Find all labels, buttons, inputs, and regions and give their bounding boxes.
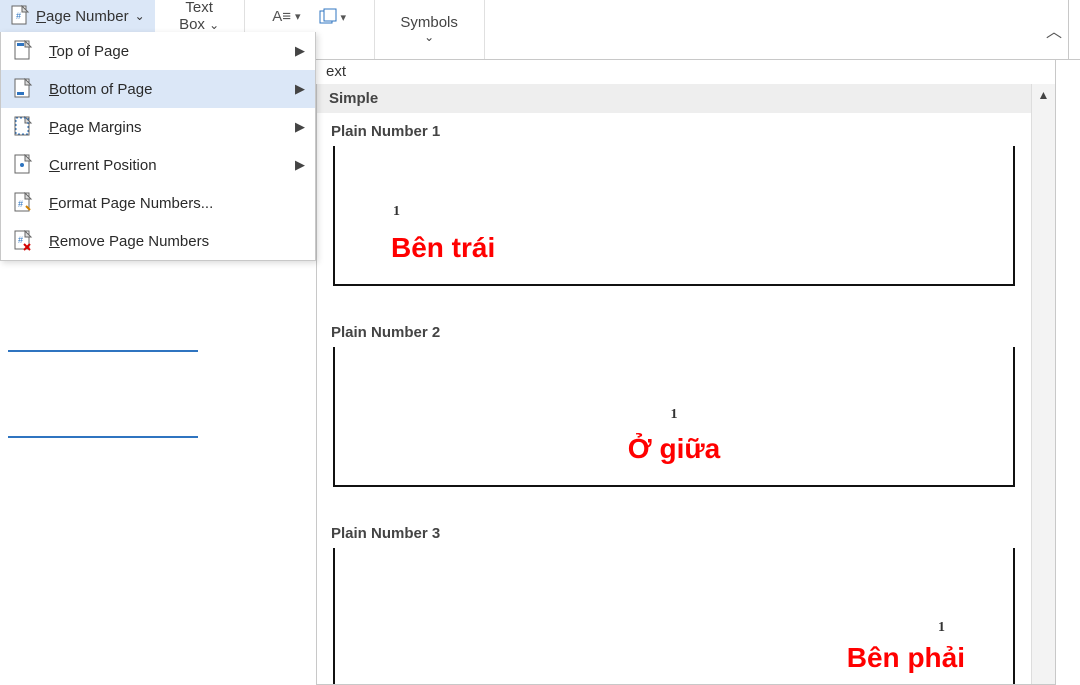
menu-item-page-margins[interactable]: Page Margins ▶: [1, 108, 315, 146]
menu-item-label: Remove Page Numbers: [49, 233, 305, 250]
page-bottom-icon: [13, 78, 33, 100]
page-number-gallery: SimplePlain Number 1 1 Bên trái Plain Numbe…: [316, 84, 1056, 685]
page-number-icon: #: [10, 5, 30, 27]
menu-item-label: Page Margins: [49, 119, 279, 136]
text-box-button[interactable]: Text Box ⌄: [179, 0, 219, 33]
page-number-sample: 1: [938, 620, 945, 636]
chevron-down-icon: ⌄: [135, 9, 145, 23]
gallery-option-center[interactable]: 1 Ở giữa: [333, 347, 1015, 487]
menu-item-label: Bottom of Page: [49, 81, 279, 98]
gallery-option-title: Plain Number 1: [317, 113, 1031, 146]
page-top-icon: [13, 40, 33, 62]
drop-cap-button[interactable]: A≡ ▾: [268, 6, 304, 27]
page-number-button[interactable]: # Page Number ⌄: [0, 0, 155, 32]
submenu-arrow-icon: ▶: [295, 43, 305, 59]
gallery-scrollbar[interactable]: ▲: [1031, 84, 1055, 684]
page-format-icon: #: [13, 192, 33, 214]
menu-item-page-format[interactable]: # Format Page Numbers...: [1, 184, 315, 222]
page-number-sample: 1: [393, 204, 400, 220]
menu-item-page-current[interactable]: Current Position ▶: [1, 146, 315, 184]
menu-item-page-remove[interactable]: # Remove Page Numbers: [1, 222, 315, 260]
annotation-label: Ở giữa: [628, 433, 720, 465]
document-line: [8, 436, 198, 438]
gallery-section-header: Simple: [317, 84, 1031, 113]
submenu-arrow-icon: ▶: [295, 119, 305, 135]
document-line: [8, 350, 198, 352]
object-button[interactable]: ▾: [315, 6, 351, 28]
submenu-arrow-icon: ▶: [295, 81, 305, 97]
page-current-icon: [13, 154, 33, 176]
menu-item-label: Top of Page: [49, 43, 279, 60]
symbols-group[interactable]: Symbols ⌄: [375, 0, 485, 59]
annotation-label: Bên trái: [391, 232, 495, 264]
gallery-option-right[interactable]: 1 Bên phải: [333, 548, 1015, 684]
page-number-menu: Top of Page ▶ Bottom of Page ▶ Page Margins ▶…: [0, 32, 316, 261]
gallery-option-left[interactable]: 1 Bên trái: [333, 146, 1015, 286]
menu-item-label: Format Page Numbers...: [49, 195, 305, 212]
svg-text:#: #: [16, 11, 21, 21]
gallery-option-title: Plain Number 3: [317, 515, 1031, 548]
scroll-up-button[interactable]: ▲: [1032, 84, 1055, 106]
collapse-ribbon-button[interactable]: ︿: [1040, 0, 1068, 59]
svg-text:#: #: [18, 235, 23, 245]
gallery-option-title: Plain Number 2: [317, 314, 1031, 347]
page-number-sample: 1: [671, 407, 678, 423]
page-remove-icon: #: [13, 230, 33, 252]
svg-text:#: #: [18, 199, 23, 209]
page-margins-icon: [13, 116, 33, 138]
menu-item-page-top[interactable]: Top of Page ▶: [1, 32, 315, 70]
menu-item-page-bottom[interactable]: Bottom of Page ▶: [1, 70, 315, 108]
menu-item-label: Current Position: [49, 157, 279, 174]
annotation-label: Bên phải: [847, 642, 965, 674]
text-group-partial-label: ext: [316, 60, 1056, 84]
page-number-label: Page Number: [36, 8, 129, 25]
submenu-arrow-icon: ▶: [295, 157, 305, 173]
